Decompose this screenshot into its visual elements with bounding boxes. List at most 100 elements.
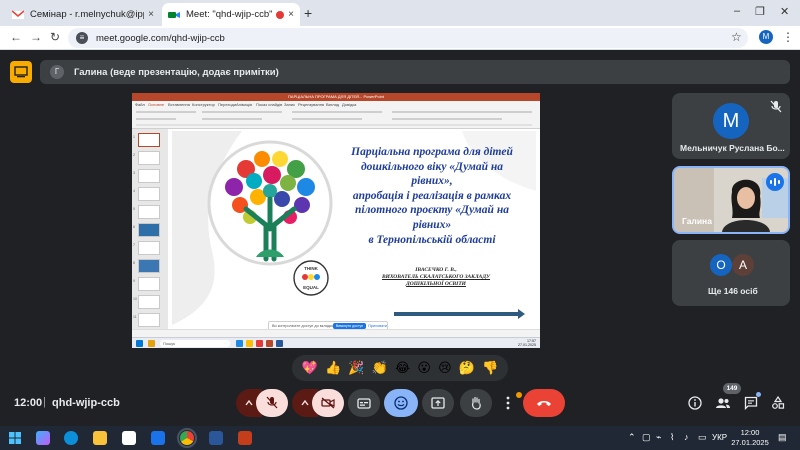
edge-icon[interactable]	[64, 431, 78, 445]
tray-meet-icon[interactable]: ▢	[642, 432, 651, 443]
notifications-icon[interactable]: ▤	[778, 432, 787, 443]
reaction-clap-icon[interactable]: 👏	[372, 362, 388, 375]
shared-screen[interactable]: ПАРЦІАЛЬНА ПРОГРАМА ДЛЯ ДІТЕЙ... PowerPo…	[132, 93, 540, 348]
tab-close-icon[interactable]: ×	[148, 9, 154, 20]
reaction-thumbs-down-icon[interactable]: 👎	[482, 362, 498, 375]
bookmark-star-icon[interactable]: ☆	[731, 30, 742, 44]
slide-thumbnail[interactable]	[138, 187, 160, 201]
slide-thumbnail[interactable]	[138, 277, 160, 291]
tray-network-icon[interactable]: ⌇	[670, 432, 674, 443]
slide-thumbnail[interactable]	[138, 241, 160, 255]
ribbon-tab[interactable]: Запис	[284, 102, 295, 107]
more-options-button[interactable]	[498, 389, 518, 417]
profile-avatar[interactable]: M	[759, 30, 773, 44]
tray-battery-icon[interactable]: ▭	[698, 432, 707, 443]
ribbon-tab[interactable]: Довідка	[342, 102, 356, 107]
browser-menu-icon[interactable]: ⋮	[782, 30, 794, 44]
windows-taskbar	[0, 426, 800, 450]
ribbon-tab[interactable]: Рецензування	[298, 102, 324, 107]
powerpoint-icon[interactable]	[238, 431, 252, 445]
ribbon-tab[interactable]: Переходи	[218, 102, 236, 107]
store-icon[interactable]	[122, 431, 136, 445]
slide-title-line: Парціальна програма для дітей	[351, 146, 513, 158]
share-notification-text: Ви контролюєте доступ до вкладки	[272, 324, 333, 328]
participant-avatar: А	[732, 254, 754, 276]
mail-icon[interactable]	[151, 431, 165, 445]
reload-button[interactable]: ↻	[50, 30, 60, 44]
chrome-icon[interactable]	[177, 428, 197, 448]
ppt-ribbon: Файл Основне Вставлення Конструктор Пере…	[132, 101, 540, 129]
ribbon-tab[interactable]: Анімація	[236, 102, 252, 107]
presentation-icon[interactable]	[10, 61, 32, 83]
more-participants-label: Ще 146 осіб	[708, 286, 758, 296]
copilot-icon[interactable]	[36, 431, 50, 445]
reactions-button[interactable]	[384, 389, 418, 417]
more-participants-tile[interactable]: О А Ще 146 осіб	[672, 240, 790, 306]
ribbon-tab[interactable]: Основне	[148, 102, 164, 107]
ribbon-tab[interactable]: Файл	[135, 102, 145, 107]
keyboard-language[interactable]: УКР	[712, 433, 727, 442]
forward-button[interactable]: →	[30, 30, 42, 44]
slide-title-line: в Тернопільській області	[368, 233, 496, 246]
ribbon-tab[interactable]: Показ слайдів	[256, 102, 282, 107]
chevron-up-icon	[301, 400, 309, 406]
hide-notification-button[interactable]: Приховати	[368, 324, 387, 328]
captions-button[interactable]	[348, 389, 380, 417]
slide-thumbnail[interactable]	[138, 295, 160, 309]
reaction-party-icon[interactable]: 🎉	[348, 362, 364, 375]
tray-volume-icon[interactable]: ♪	[684, 432, 689, 442]
slide-thumbnail[interactable]	[138, 259, 160, 273]
app-icon	[148, 340, 155, 347]
tab-meet[interactable]: Meet: "qhd-wjip-ccb" ×	[162, 3, 300, 26]
meeting-info-icon[interactable]	[688, 396, 702, 410]
slide-author: ІВАСЕЧКО Г. В., ВИХОВАТЕЛЬ СКАЛАТСЬКОГО …	[366, 267, 506, 288]
back-button[interactable]: ←	[10, 30, 22, 44]
reaction-laugh-icon[interactable]: 😂	[395, 362, 410, 375]
activities-icon[interactable]	[771, 396, 785, 410]
tray-chevron-icon[interactable]: ⌃	[628, 432, 636, 443]
chat-icon[interactable]	[744, 396, 758, 410]
tab-seminar[interactable]: Семінар - r.melnychuk@ippo.edu ×	[6, 3, 160, 26]
ribbon-group	[202, 118, 262, 120]
logo-top-text: THINK	[304, 266, 318, 271]
close-window-button[interactable]: ✕	[780, 5, 789, 18]
system-clock[interactable]: 12:00 27.01.2025	[730, 428, 770, 448]
slide-canvas[interactable]: Парціальна програма для дітей дошкільног…	[172, 131, 536, 325]
reaction-sad-icon[interactable]: 😢	[438, 362, 452, 375]
address-bar[interactable]: ≡ meet.google.com/qhd-wjip-ccb	[68, 28, 748, 48]
people-icon[interactable]	[715, 397, 731, 409]
ribbon-tab[interactable]: Вигляд	[326, 102, 339, 107]
new-tab-button[interactable]: +	[304, 5, 312, 21]
reaction-thumbs-up-icon[interactable]: 👍	[325, 362, 341, 375]
minimize-button[interactable]: –	[734, 5, 740, 17]
slide-thumbnail[interactable]	[138, 151, 160, 165]
reaction-surprised-icon[interactable]: 😮	[417, 362, 431, 375]
microphone-button[interactable]	[256, 389, 288, 417]
url-text: meet.google.com/qhd-wjip-ccb	[96, 32, 225, 44]
emoji-icon	[394, 396, 408, 410]
reaction-thinking-icon[interactable]: 🤔	[459, 362, 475, 375]
camera-button[interactable]	[312, 389, 344, 417]
word-icon[interactable]	[209, 431, 223, 445]
slide-thumbnail[interactable]	[138, 223, 160, 237]
screen-share-icon	[14, 66, 28, 78]
slide-thumbnails: 1 2 3 4 5 6 7 8 9 10 11	[132, 129, 168, 339]
present-screen-button[interactable]	[422, 389, 454, 417]
notification-dot	[516, 392, 522, 398]
ribbon-tab[interactable]: Вставлення	[168, 102, 190, 107]
site-info-icon[interactable]: ≡	[76, 32, 88, 44]
windows-start-icon[interactable]	[8, 431, 22, 445]
leave-call-button[interactable]	[523, 389, 565, 417]
restore-button[interactable]: ❐	[755, 5, 765, 18]
tab-close-icon[interactable]: ×	[288, 9, 294, 20]
raise-hand-button[interactable]	[460, 389, 492, 417]
slide-thumbnail[interactable]	[138, 205, 160, 219]
tray-usb-icon[interactable]: ⌁	[656, 432, 661, 443]
file-explorer-icon[interactable]	[93, 431, 107, 445]
reaction-heart-icon[interactable]: 💖	[302, 362, 318, 375]
slide-thumbnail[interactable]	[138, 133, 160, 147]
slide-thumbnail[interactable]	[138, 169, 160, 183]
slide-thumbnail[interactable]	[138, 313, 160, 327]
ribbon-tab[interactable]: Конструктор	[192, 102, 215, 107]
slide-number: 9	[133, 279, 135, 283]
